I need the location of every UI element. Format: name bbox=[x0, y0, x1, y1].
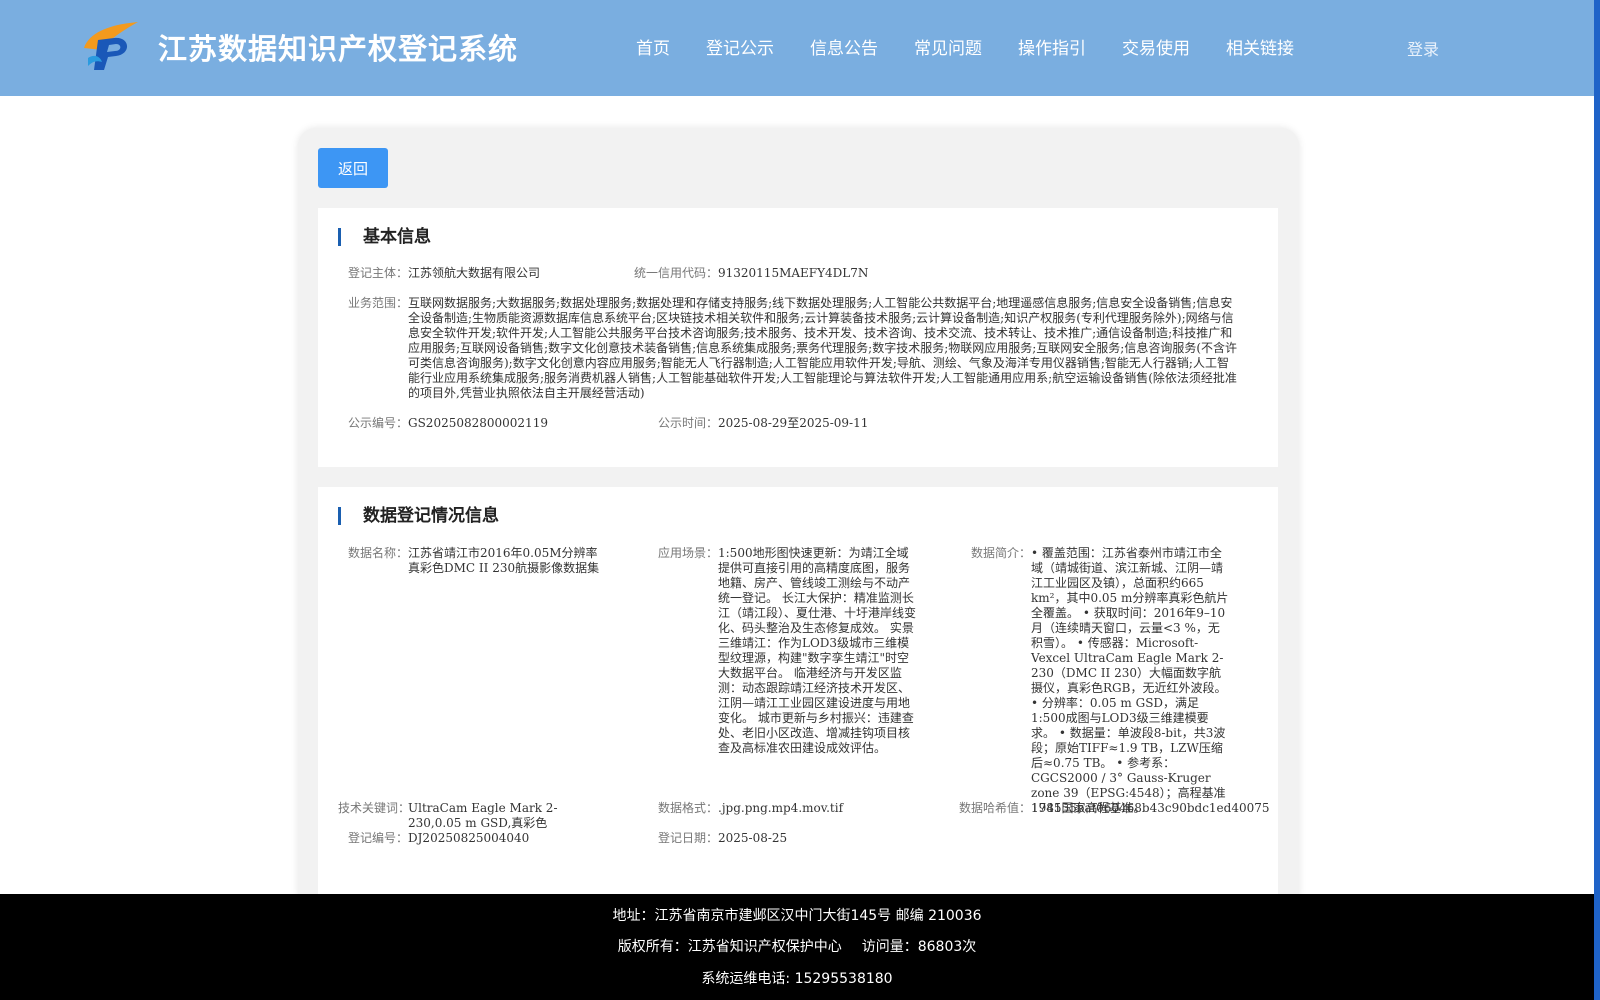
footer-phone: 系统运维电话: 15295538180 bbox=[701, 971, 893, 987]
notice-time-value: 2025-08-29至2025-09-11 bbox=[718, 416, 869, 430]
nav-guide[interactable]: 操作指引 bbox=[1018, 34, 1086, 59]
data-name-value: 江苏省靖江市2016年0.05M分辨率真彩色DMC II 230航摄影像数据集 bbox=[408, 546, 600, 575]
reg-no-value: DJ20250825004040 bbox=[408, 831, 530, 845]
login-link[interactable]: 登录 bbox=[1407, 36, 1439, 60]
scope-value: 互联网数据服务;大数据服务;数据处理服务;数据处理和存储支持服务;线下数据处理服… bbox=[408, 296, 1238, 400]
logo-icon bbox=[84, 22, 138, 70]
reg-date-value: 2025-08-25 bbox=[718, 831, 788, 845]
reg-no-label: 登记编号： bbox=[348, 831, 409, 845]
entity-label: 登记主体： bbox=[348, 266, 409, 280]
site-title: 江苏数据知识产权登记系统 bbox=[158, 32, 519, 66]
scene-value: 1:500地形图快速更新：为靖江全域提供可直接引用的高精度底图，服务地籍、房产、… bbox=[718, 546, 917, 755]
nav-registration-notice[interactable]: 登记公示 bbox=[706, 34, 774, 59]
site-footer: 地址：江苏省南京市建邺区汉中门大街145号 邮编 210036 版权所有：江苏省… bbox=[0, 894, 1594, 1000]
data-registration-card: 数据登记情况信息 数据名称： 江苏省靖江市2016年0.05M分辨率真彩色DMC… bbox=[318, 487, 1278, 900]
hash-label: 数据哈希值： bbox=[958, 801, 1031, 815]
keywords-label: 技术关键词： bbox=[338, 801, 411, 815]
intro-value: • 覆盖范围：江苏省泰州市靖江市全域（靖城街道、滨江新城、江阴—靖江工业园区及镇… bbox=[1031, 546, 1229, 815]
hash-value: 174155baf060468b43c90bdc1ed40075 bbox=[1031, 801, 1270, 815]
credit-code-value: 91320115MAEFY4DL7N bbox=[718, 266, 869, 280]
nav-links[interactable]: 相关链接 bbox=[1226, 34, 1294, 59]
notice-time-label: 公示时间： bbox=[657, 416, 718, 430]
back-button[interactable]: 返回 bbox=[318, 148, 388, 188]
footer-copyright: 版权所有：江苏省知识产权保护中心 bbox=[617, 939, 842, 955]
footer-address: 地址：江苏省南京市建邺区汉中门大街145号 邮编 210036 bbox=[612, 908, 982, 924]
section-title-basic: 基本信息 bbox=[338, 228, 431, 246]
nav-home[interactable]: 首页 bbox=[636, 34, 670, 59]
notice-no-value: GS2025082800002119 bbox=[408, 416, 548, 430]
nav-trade-use[interactable]: 交易使用 bbox=[1122, 34, 1190, 59]
site-header: 江苏数据知识产权登记系统 首页 登记公示 信息公告 常见问题 操作指引 交易使用… bbox=[0, 0, 1594, 96]
entity-value: 江苏领航大数据有限公司 bbox=[408, 266, 541, 280]
intro-label: 数据简介： bbox=[970, 546, 1031, 560]
notice-no-label: 公示编号： bbox=[348, 416, 409, 430]
footer-visits: 访问量：86803次 bbox=[861, 939, 977, 955]
reg-date-label: 登记日期： bbox=[657, 831, 718, 845]
nav-faq[interactable]: 常见问题 bbox=[914, 34, 982, 59]
basic-info-card: 基本信息 登记主体： 江苏领航大数据有限公司 统一信用代码： 91320115M… bbox=[318, 208, 1278, 467]
footer-copyright-line: 版权所有：江苏省知识产权保护中心 访问量：86803次 bbox=[0, 936, 1594, 956]
scene-label: 应用场景： bbox=[657, 546, 718, 560]
credit-code-label: 统一信用代码： bbox=[633, 266, 718, 280]
nav-announcements[interactable]: 信息公告 bbox=[810, 34, 878, 59]
main-nav: 首页 登记公示 信息公告 常见问题 操作指引 交易使用 相关链接 bbox=[636, 34, 1330, 59]
data-name-label: 数据名称： bbox=[348, 546, 409, 560]
format-label: 数据格式： bbox=[657, 801, 718, 815]
scope-label: 业务范围： bbox=[348, 296, 409, 310]
keywords-value: UltraCam Eagle Mark 2-230,0.05 m GSD,真彩色 bbox=[408, 801, 558, 830]
page-edge-strip bbox=[1594, 0, 1600, 1000]
format-value: .jpg.png.mp4.mov.tif bbox=[718, 801, 844, 815]
section-title-data: 数据登记情况信息 bbox=[338, 507, 499, 525]
